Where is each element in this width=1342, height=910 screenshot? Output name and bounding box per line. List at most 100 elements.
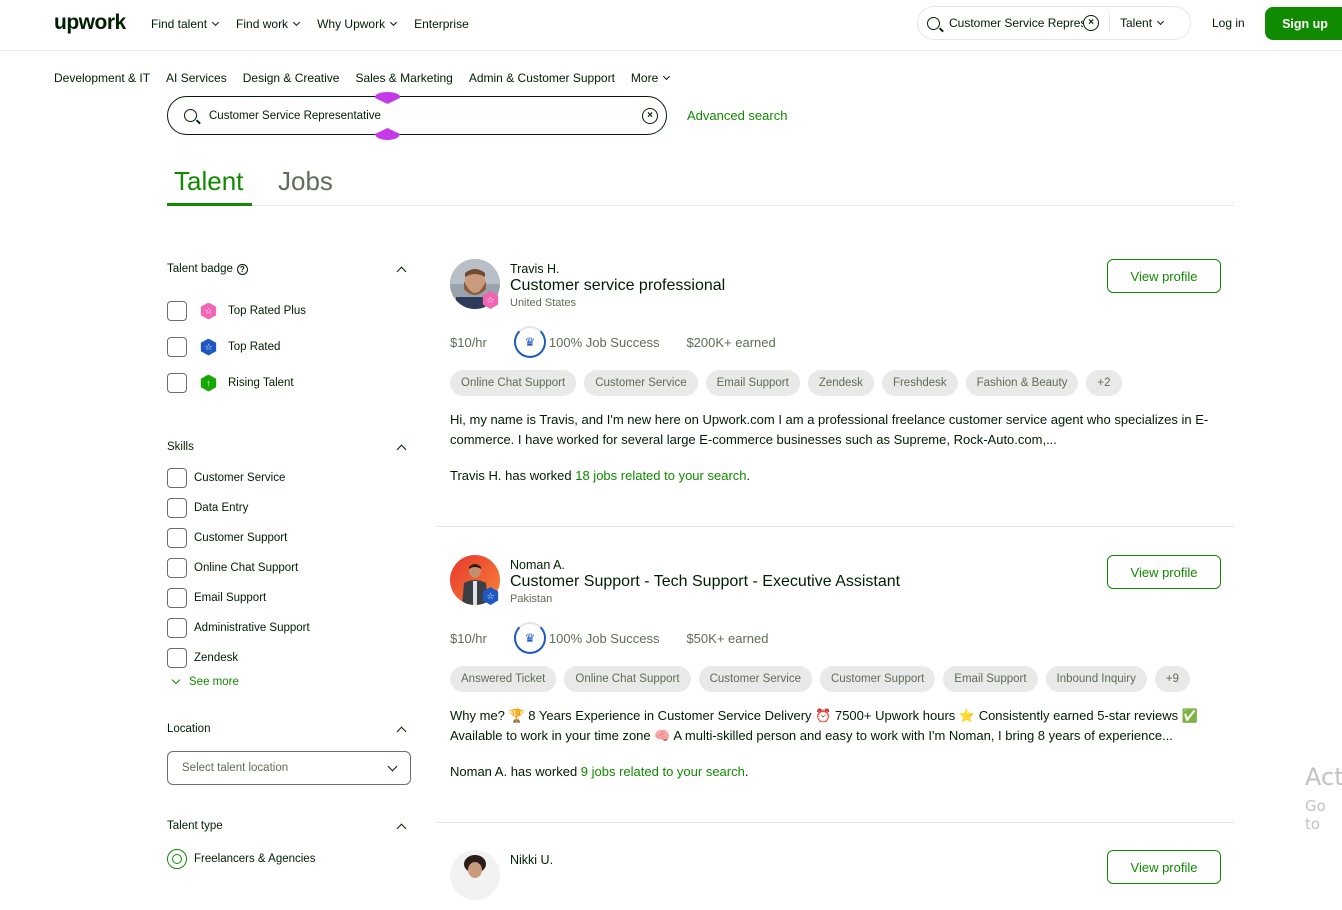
checkbox[interactable] (167, 301, 187, 321)
help-icon[interactable]: ? (236, 264, 248, 275)
badge-option-rising-talent[interactable]: ↑ Rising Talent (167, 373, 411, 393)
more-skills-chip[interactable]: +2 (1086, 370, 1122, 396)
search-scope-dropdown[interactable]: Talent (1120, 16, 1165, 30)
view-profile-button[interactable]: View profile (1107, 259, 1221, 293)
login-link[interactable]: Log in (1212, 16, 1245, 30)
checkbox[interactable] (167, 468, 187, 488)
talent-type-label: Freelancers & Agencies (194, 853, 316, 865)
radio-button[interactable] (167, 849, 187, 869)
skill-chip[interactable]: Email Support (705, 370, 800, 396)
checkbox[interactable] (167, 498, 187, 518)
freelancer-title[interactable]: Customer service professional (510, 277, 725, 295)
talent-type-option[interactable]: Freelancers & Agencies (167, 849, 411, 869)
category-sales-marketing[interactable]: Sales & Marketing (355, 71, 452, 85)
header-search-box[interactable]: Customer Service Repres × Talent (917, 6, 1191, 40)
badge-option-top-rated[interactable]: ☆ Top Rated (167, 337, 411, 357)
freelancer-card[interactable]: ☆ Travis H. Customer service professiona… (437, 259, 1234, 527)
advanced-search-link[interactable]: Advanced search (687, 108, 787, 123)
skill-chip[interactable]: Customer Support (819, 666, 936, 692)
category-more[interactable]: More (631, 71, 671, 85)
skill-option[interactable]: Email Support (167, 588, 411, 608)
skill-chip[interactable]: Answered Ticket (450, 666, 557, 692)
freelancer-stats: $10/hr ♛ 100% Job Success $50K+ earned (450, 622, 769, 654)
talent-badge-header[interactable]: Talent badge? (167, 262, 411, 276)
badge-option-label: Top Rated (228, 341, 281, 353)
windows-activation-watermark: Act (1305, 763, 1342, 791)
checkbox[interactable] (167, 558, 187, 578)
tab-talent[interactable]: Talent (174, 166, 243, 206)
avatar[interactable] (450, 850, 500, 900)
category-ai-services[interactable]: AI Services (166, 71, 227, 85)
top-rated-badge-icon: ☆ (200, 338, 217, 356)
freelancer-stats: $10/hr ♛ 100% Job Success $200K+ earned (450, 326, 776, 358)
skill-chip[interactable]: Inbound Inquiry (1045, 666, 1147, 692)
checkbox[interactable] (167, 337, 187, 357)
badge-option-top-rated-plus[interactable]: ☆ Top Rated Plus (167, 301, 411, 321)
nav-why-upwork[interactable]: Why Upwork (317, 17, 398, 31)
see-more-skills-link[interactable]: See more (171, 675, 411, 688)
hourly-rate: $10/hr (450, 630, 487, 646)
freelancer-card[interactable]: ☆ Noman A. Customer Support - Tech Suppo… (437, 555, 1234, 823)
skill-option[interactable]: Data Entry (167, 498, 411, 518)
related-jobs-link[interactable]: 18 jobs related to your search (575, 468, 746, 483)
freelancer-card[interactable]: Nikki U. View profile (437, 850, 1234, 910)
related-jobs-link[interactable]: 9 jobs related to your search (581, 764, 745, 779)
chevron-down-icon (663, 72, 671, 81)
view-profile-button[interactable]: View profile (1107, 555, 1221, 589)
view-profile-button[interactable]: View profile (1107, 850, 1221, 884)
nav-find-talent[interactable]: Find talent (151, 17, 220, 31)
main-search-box[interactable]: Customer Service Representative × (167, 96, 667, 135)
freelancer-description: Why me? 🏆 8 Years Experience in Customer… (450, 708, 1198, 743)
skill-option[interactable]: Zendesk (167, 648, 411, 668)
checkbox[interactable] (167, 528, 187, 548)
skills-header[interactable]: Skills (167, 440, 411, 454)
skill-option[interactable]: Online Chat Support (167, 558, 411, 578)
upwork-logo[interactable]: upwork (54, 11, 126, 35)
checkbox[interactable] (167, 588, 187, 608)
chevron-up-icon[interactable] (396, 444, 407, 454)
freelancer-description: Hi, my name is Travis, and I'm new here … (450, 412, 1209, 447)
skill-option[interactable]: Administrative Support (167, 618, 411, 638)
chevron-up-icon[interactable] (396, 823, 407, 833)
skill-option[interactable]: Customer Support (167, 528, 411, 548)
tab-jobs[interactable]: Jobs (278, 166, 333, 206)
header-search-input[interactable]: Customer Service Repres (949, 16, 1083, 30)
freelancer-name[interactable]: Noman A. (510, 558, 565, 572)
talent-type-header[interactable]: Talent type (167, 819, 411, 833)
location-header[interactable]: Location (167, 722, 411, 736)
category-development-it[interactable]: Development & IT (54, 71, 150, 85)
category-design-creative[interactable]: Design & Creative (243, 71, 340, 85)
freelancer-title[interactable]: Customer Support - Tech Support - Execut… (510, 573, 900, 591)
skill-chip[interactable]: Zendesk (807, 370, 874, 396)
checkbox[interactable] (167, 648, 187, 668)
freelancer-name[interactable]: Nikki U. (510, 853, 553, 867)
skill-option[interactable]: Customer Service (167, 468, 411, 488)
checkbox[interactable] (167, 373, 187, 393)
nav-find-work[interactable]: Find work (236, 17, 301, 31)
clear-search-icon[interactable]: × (1083, 15, 1099, 31)
chevron-up-icon[interactable] (396, 726, 407, 736)
skill-chip[interactable]: Fashion & Beauty (965, 370, 1079, 396)
filters-sidebar: Talent badge? ☆ Top Rated Plus ☆ Top Rat… (167, 262, 411, 869)
main-search-input[interactable]: Customer Service Representative (209, 110, 642, 122)
result-tabs: Talent Jobs (167, 166, 1234, 206)
signup-button[interactable]: Sign up (1265, 7, 1342, 40)
skill-chip[interactable]: Freshdesk (881, 370, 958, 396)
checkbox[interactable] (167, 618, 187, 638)
freelancer-name[interactable]: Travis H. (510, 262, 560, 276)
skill-chip[interactable]: Email Support (943, 666, 1038, 692)
skill-chip[interactable]: Online Chat Support (564, 666, 691, 692)
location-select[interactable]: Select talent location (167, 751, 411, 785)
jobs-worked-text: Travis H. has worked 18 jobs related to … (450, 468, 751, 483)
hourly-rate: $10/hr (450, 334, 487, 350)
chevron-down-icon (1156, 17, 1165, 26)
skill-chip[interactable]: Online Chat Support (450, 370, 577, 396)
chevron-up-icon[interactable] (396, 266, 407, 276)
category-admin-customer-support[interactable]: Admin & Customer Support (469, 71, 615, 85)
skill-chip[interactable]: Customer Service (584, 370, 698, 396)
search-icon (927, 16, 940, 30)
skill-chip[interactable]: Customer Service (698, 666, 812, 692)
nav-enterprise[interactable]: Enterprise (414, 17, 469, 31)
more-skills-chip[interactable]: +9 (1154, 666, 1190, 692)
clear-search-icon[interactable]: × (642, 107, 658, 124)
